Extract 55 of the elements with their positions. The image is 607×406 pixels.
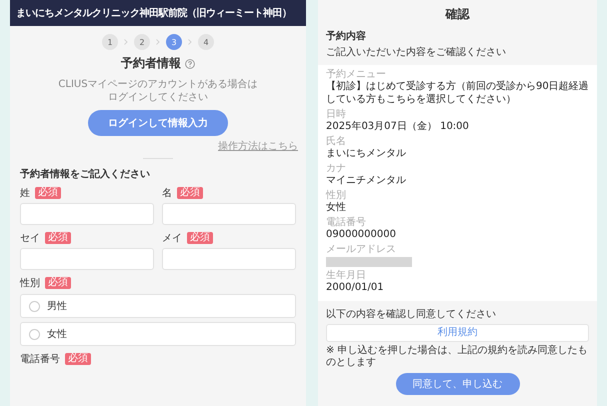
field-label: メイ (162, 232, 182, 245)
section-title: 予約内容 (326, 29, 367, 43)
step-indicator: 2 (134, 34, 150, 50)
detail-label: カナ (326, 163, 347, 174)
input-field[interactable] (20, 248, 154, 270)
terms-link[interactable]: 利用規約 (326, 324, 589, 342)
radio-option[interactable]: 女性 (20, 322, 296, 346)
section-title: 予約者情報をご記入ください (19, 168, 151, 181)
detail-value: 【初診】はじめて受診する方（前回の受診から90日超経過している方もこちらを選択してください） (326, 80, 589, 106)
detail-value: まいにちメンタル (326, 147, 407, 160)
help-icon[interactable] (185, 58, 195, 68)
field-label: 性別 (20, 276, 40, 290)
required-badge: 必須 (177, 187, 203, 199)
login-note: CLIUSマイページのアカウントがある場合は (58, 78, 258, 91)
chevron-icon (188, 39, 192, 45)
required-badge: 必須 (187, 232, 213, 244)
chevron-icon (156, 39, 160, 45)
detail-label: 性別 (326, 190, 347, 201)
login-button[interactable]: ログインして情報入力 (88, 110, 228, 136)
field-label: 姓 (20, 187, 30, 200)
detail-value: 2025年03月07日（金） 10:00 (326, 120, 470, 133)
submit-button[interactable]: 同意して、申し込む (396, 373, 520, 395)
step-indicator: 1 (102, 34, 118, 50)
confirm-title: 確認 (444, 6, 471, 23)
detail-value: 女性 (326, 201, 347, 214)
chevron-icon (124, 39, 128, 45)
input-field[interactable] (20, 203, 154, 225)
detail-label: 氏名 (326, 136, 347, 147)
input-field[interactable] (162, 203, 296, 225)
field-label: セイ (20, 232, 40, 245)
detail-value: 2000/01/01 (326, 281, 385, 294)
help-link[interactable]: 操作方法はこちら (218, 139, 298, 153)
required-badge: 必須 (65, 353, 91, 365)
detail-label: 日時 (326, 109, 347, 120)
step-indicator: 3 (166, 34, 182, 50)
clinic-header: まいにちメンタルクリニック神田駅前院（旧ウィーミート神田） (10, 0, 306, 26)
detail-value: 09000000000 (326, 228, 397, 241)
input-field[interactable] (162, 248, 296, 270)
agree-text: 以下の内容を確認し同意してください (326, 308, 497, 321)
section-subtitle: ご記入いただいた内容をご確認ください (326, 46, 507, 59)
field-label: 電話番号 (20, 352, 60, 366)
detail-label: 予約メニュー (326, 69, 387, 80)
required-badge: 必須 (45, 232, 71, 244)
required-badge: 必須 (45, 277, 71, 289)
field-label: 名 (162, 187, 172, 200)
radio-option[interactable]: 男性 (20, 294, 296, 318)
notice-text: ※ 申し込むを押した場合は、上記の規約を読み同意したものとします (326, 345, 589, 369)
detail-label: メールアドレス (326, 244, 397, 255)
step-indicator: 4 (198, 34, 214, 50)
form-title: 予約者情報 (121, 55, 181, 72)
detail-label: 電話番号 (326, 217, 367, 228)
detail-value: マイニチメンタル (326, 174, 407, 187)
login-note: ログインしてください (108, 91, 208, 104)
detail-label: 生年月日 (326, 270, 367, 281)
required-badge: 必須 (35, 187, 61, 199)
